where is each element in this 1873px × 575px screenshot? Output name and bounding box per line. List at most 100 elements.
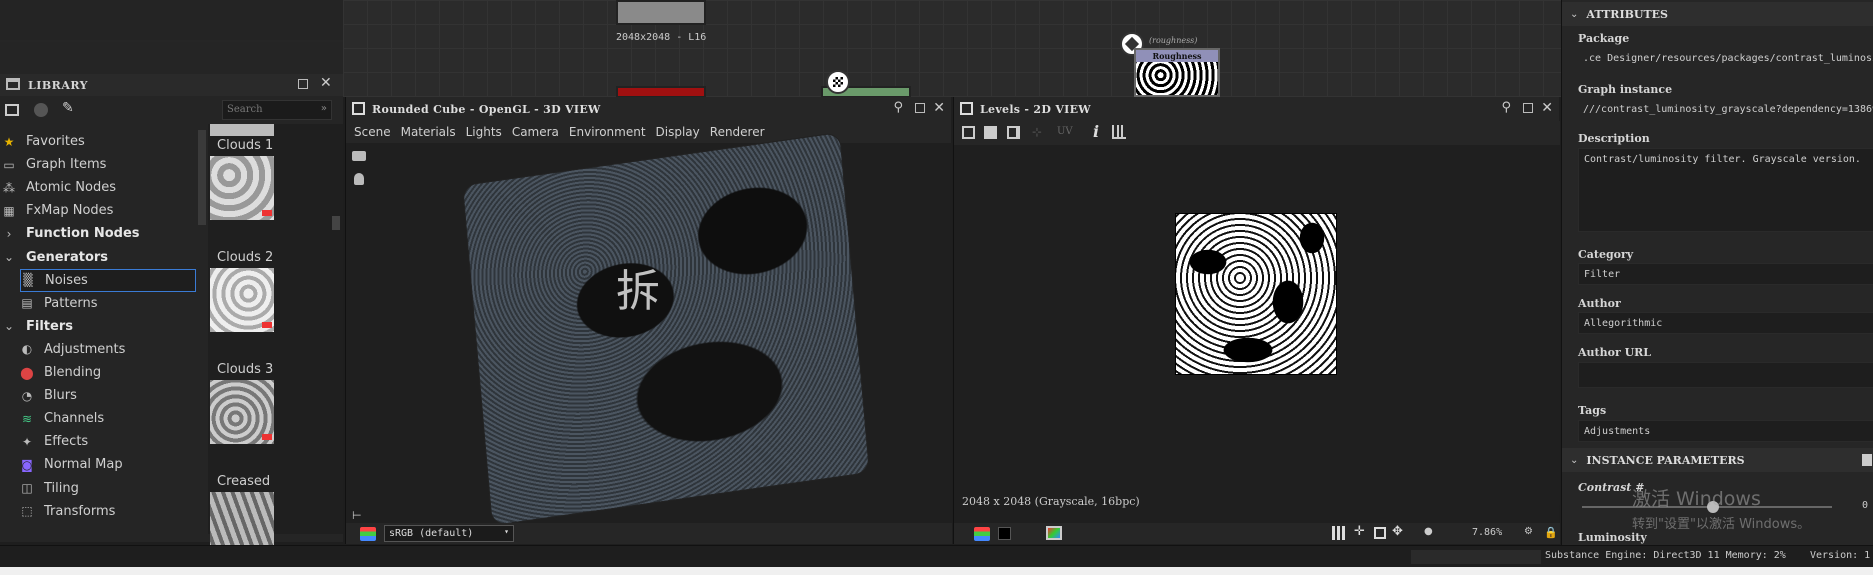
author-field[interactable]: Allegorithmic bbox=[1578, 312, 1873, 334]
library-toolbar: ✎ Search » bbox=[0, 98, 343, 122]
library-tree-item[interactable]: ★ Favorites bbox=[2, 130, 202, 153]
edit-icon[interactable]: ✎ bbox=[62, 100, 74, 116]
channels-icon: ≋ bbox=[21, 411, 33, 426]
float-panel-icon[interactable] bbox=[915, 103, 925, 113]
library-tree-item[interactable]: ≋ Channels bbox=[20, 407, 220, 430]
noise-thumbnail[interactable] bbox=[210, 268, 274, 332]
library-tree-item[interactable]: ◔ Blurs bbox=[20, 384, 220, 407]
menu-display[interactable]: Display bbox=[656, 125, 700, 139]
channels-icon[interactable] bbox=[1046, 526, 1062, 540]
author-url-field[interactable] bbox=[1578, 362, 1873, 388]
tree-scrollbar[interactable] bbox=[198, 130, 206, 225]
2d-view-toolbar: ⊹ UV i bbox=[954, 121, 1560, 145]
library-tree-item[interactable]: ✦ Effects bbox=[20, 430, 220, 453]
library-tree-item[interactable]: ◙ Normal Map bbox=[20, 453, 220, 476]
hierarchy-icon[interactable]: ⊢ bbox=[352, 509, 362, 522]
thumbnail-badge-icon bbox=[262, 210, 272, 216]
zoom-out-icon[interactable]: ● bbox=[1424, 526, 1433, 537]
package-label: Package bbox=[1578, 32, 1630, 45]
background-color-icon[interactable] bbox=[998, 527, 1011, 540]
grid-icon[interactable] bbox=[1332, 526, 1346, 540]
category-field[interactable]: Filter bbox=[1578, 263, 1873, 285]
graph-node-checker-icon[interactable] bbox=[826, 70, 850, 94]
histogram-icon[interactable] bbox=[1112, 125, 1126, 139]
layers-icon[interactable] bbox=[360, 527, 376, 541]
library-tree-item-label: Filters bbox=[26, 318, 73, 334]
light-bulb-icon[interactable] bbox=[354, 173, 364, 185]
menu-scene[interactable]: Scene bbox=[354, 125, 391, 139]
library-tree-item-label: Blurs bbox=[44, 388, 77, 404]
zoom-level[interactable]: 7.86% bbox=[1472, 527, 1502, 538]
refresh-icon[interactable] bbox=[34, 103, 48, 117]
library-tree-item[interactable]: ▦ FxMap Nodes bbox=[2, 199, 202, 222]
library-tree-item[interactable]: ⬤ Blending bbox=[20, 361, 220, 384]
move-icon[interactable]: ✥ bbox=[1392, 524, 1403, 539]
menu-environment[interactable]: Environment bbox=[569, 125, 646, 139]
instance-parameters-header[interactable]: ⌄ INSTANCE PARAMETERS bbox=[1562, 448, 1873, 472]
library-tree-item[interactable]: ▒ Noises bbox=[20, 268, 196, 292]
library-tree-item[interactable]: ⁂ Atomic Nodes bbox=[2, 176, 202, 199]
levels-preview-image bbox=[1175, 213, 1337, 375]
colorspace-select[interactable]: sRGB (default) ▾ bbox=[384, 525, 514, 542]
close-icon[interactable]: ✕ bbox=[933, 100, 945, 116]
library-tree-item[interactable]: ⬚ Transforms bbox=[20, 500, 220, 523]
menu-lights[interactable]: Lights bbox=[466, 125, 502, 139]
uv-label[interactable]: UV bbox=[1057, 126, 1073, 137]
float-panel-icon[interactable] bbox=[298, 79, 308, 89]
package-field[interactable]: .ce Designer/resources/packages/contrast… bbox=[1578, 48, 1873, 70]
export-icon[interactable] bbox=[962, 126, 975, 139]
library-tree-item-label: FxMap Nodes bbox=[26, 203, 114, 219]
close-icon[interactable]: ✕ bbox=[1541, 100, 1553, 116]
info-icon[interactable]: i bbox=[1093, 122, 1099, 141]
copy-icon[interactable] bbox=[1007, 126, 1020, 139]
status-progress-bar bbox=[1411, 550, 1541, 564]
save-icon[interactable] bbox=[984, 126, 997, 139]
library-tree-item[interactable]: ⌄ Generators bbox=[2, 246, 202, 269]
contrast-value[interactable]: 0 bbox=[1862, 500, 1868, 511]
2d-viewport[interactable] bbox=[954, 145, 1560, 505]
roughness-node[interactable]: Roughness bbox=[1134, 48, 1220, 97]
library-tree-item[interactable]: ◐ Adjustments bbox=[20, 338, 220, 361]
thumb-scrollbar[interactable] bbox=[332, 216, 340, 230]
status-bar: Substance Engine: Direct3D 11 Memory: 2%… bbox=[0, 545, 1873, 567]
tags-field[interactable]: Adjustments bbox=[1578, 420, 1873, 442]
fit-icon[interactable] bbox=[1374, 527, 1386, 539]
menu-renderer[interactable]: Renderer bbox=[710, 125, 765, 139]
camera-icon[interactable] bbox=[352, 151, 366, 161]
chevron-down-icon: ⌄ bbox=[1570, 8, 1579, 20]
chevron-right-icon[interactable]: » bbox=[321, 103, 327, 114]
library-tree-item[interactable]: › Function Nodes bbox=[2, 222, 202, 245]
thumb-partial[interactable] bbox=[210, 124, 274, 136]
noise-thumbnail[interactable] bbox=[210, 156, 274, 220]
pin-icon[interactable]: ⚲ bbox=[893, 100, 903, 115]
menu-materials[interactable]: Materials bbox=[401, 125, 456, 139]
graph-instance-field[interactable]: ///contrast_luminosity_grayscale?depende… bbox=[1578, 99, 1873, 121]
pivot-icon[interactable]: ✛ bbox=[1354, 524, 1365, 539]
graph-view[interactable]: 2048x2048 - L16 (roughness) Roughness bbox=[343, 0, 1561, 98]
library-tree-item-label: Blending bbox=[44, 365, 102, 380]
float-panel-icon[interactable] bbox=[1523, 103, 1533, 113]
preset-icon[interactable] bbox=[1862, 454, 1872, 466]
library-search-input[interactable]: Search » bbox=[222, 100, 332, 120]
library-title: LIBRARY bbox=[28, 79, 89, 92]
menu-camera[interactable]: Camera bbox=[512, 125, 559, 139]
new-folder-icon[interactable] bbox=[5, 104, 19, 116]
close-icon[interactable]: ✕ bbox=[320, 75, 332, 91]
settings-icon[interactable]: ⚙ bbox=[1524, 526, 1533, 537]
description-field[interactable]: Contrast/luminosity filter. Grayscale ve… bbox=[1578, 148, 1873, 232]
layers-icon[interactable] bbox=[974, 527, 990, 541]
library-tree-item[interactable]: ◫ Tiling bbox=[20, 477, 220, 500]
noise-thumbnail[interactable] bbox=[210, 380, 274, 444]
2d-view-footer: ✛ ✥ ● 7.86% ⚙ 🔒 bbox=[954, 523, 1560, 544]
pin-icon[interactable]: ⚲ bbox=[1501, 100, 1511, 115]
category-label: Category bbox=[1578, 248, 1634, 261]
lock-icon[interactable]: 🔒 bbox=[1544, 526, 1558, 539]
attributes-header[interactable]: ⌄ ATTRIBUTES bbox=[1562, 2, 1873, 26]
roughness-comment: (roughness) bbox=[1149, 36, 1198, 45]
library-tree-item[interactable]: ⌄ Filters bbox=[2, 315, 202, 338]
library-tree-item[interactable]: ▤ Patterns bbox=[20, 292, 220, 315]
library-tree-item[interactable]: ▭ Graph Items bbox=[2, 153, 202, 176]
3d-viewport[interactable]: 拆 ⊢ bbox=[346, 132, 952, 526]
2d-view-header: Levels - 2D VIEW ⚲ ✕ bbox=[954, 97, 1559, 121]
graph-node-noise[interactable] bbox=[616, 0, 706, 25]
